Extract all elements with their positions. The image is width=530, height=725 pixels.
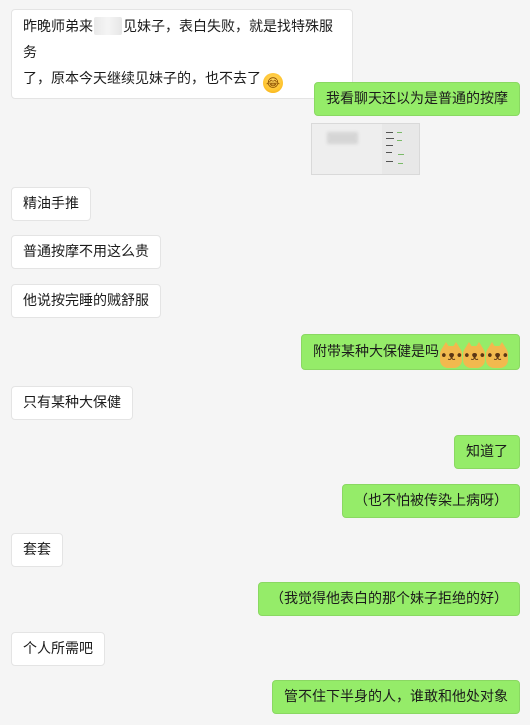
blurred-image-region <box>327 132 358 144</box>
laugh-cry-emoji-icon: 😂 <box>263 73 283 93</box>
blurred-censor-block <box>94 17 122 35</box>
message-text: 精油手推 <box>23 196 79 212</box>
message-text: 普通按摩不用这么贵 <box>23 244 149 260</box>
incoming-message-bubble[interactable]: 个人所需吧 <box>11 632 105 666</box>
outgoing-message-bubble[interactable]: （也不怕被传染上病呀） <box>342 484 520 518</box>
message-text-part-1: 昨晚师弟来 <box>23 19 93 35</box>
message-text: （也不怕被传染上病呀） <box>354 493 508 509</box>
image-chat-lines <box>386 132 414 168</box>
incoming-message-bubble[interactable]: 精油手推 <box>11 187 91 221</box>
incoming-message-bubble[interactable]: 套套 <box>11 533 63 567</box>
chat-conversation: 昨晚师弟来 见妹子，表白失败，就是找特殊服务 了，原本今天继续见妹子的，也不去了 😂… <box>0 0 530 725</box>
incoming-message-bubble[interactable]: 他说按完睡的贼舒服 <box>11 284 161 318</box>
message-text: （我觉得他表白的那个妹子拒绝的好） <box>270 591 508 607</box>
incoming-message-bubble[interactable]: 昨晚师弟来 见妹子，表白失败，就是找特殊服务 了，原本今天继续见妹子的，也不去了 😂 <box>11 9 353 99</box>
outgoing-message-bubble[interactable]: 知道了 <box>454 435 520 469</box>
message-text: 附带某种大保健是吗 <box>313 344 439 360</box>
incoming-message-bubble[interactable]: 普通按摩不用这么贵 <box>11 235 161 269</box>
message-text: 管不住下半身的人，谁敢和他处对象 <box>284 689 508 705</box>
message-text: 他说按完睡的贼舒服 <box>23 293 149 309</box>
dog-emoji-icon: •ᴥ• <box>486 342 509 368</box>
dog-emoji-icon: •ᴥ• <box>463 342 486 368</box>
incoming-message-bubble[interactable]: 只有某种大保健 <box>11 386 133 420</box>
outgoing-message-bubble[interactable]: 附带某种大保健是吗•ᴥ••ᴥ••ᴥ• <box>301 334 520 370</box>
message-text: 知道了 <box>466 444 508 460</box>
outgoing-message-bubble[interactable]: 我看聊天还以为是普通的按摩 <box>314 82 520 116</box>
message-text-line-2: 了，原本今天继续见妹子的，也不去了 <box>23 71 261 87</box>
message-text: 只有某种大保健 <box>23 395 121 411</box>
chat-image-message[interactable] <box>311 123 420 175</box>
outgoing-message-bubble[interactable]: 管不住下半身的人，谁敢和他处对象 <box>272 680 520 714</box>
message-text: 个人所需吧 <box>23 641 93 657</box>
message-text: 套套 <box>23 542 51 558</box>
outgoing-message-bubble[interactable]: （我觉得他表白的那个妹子拒绝的好） <box>258 582 520 616</box>
dog-emoji-icon: •ᴥ• <box>440 342 463 368</box>
message-text: 我看聊天还以为是普通的按摩 <box>326 91 508 107</box>
